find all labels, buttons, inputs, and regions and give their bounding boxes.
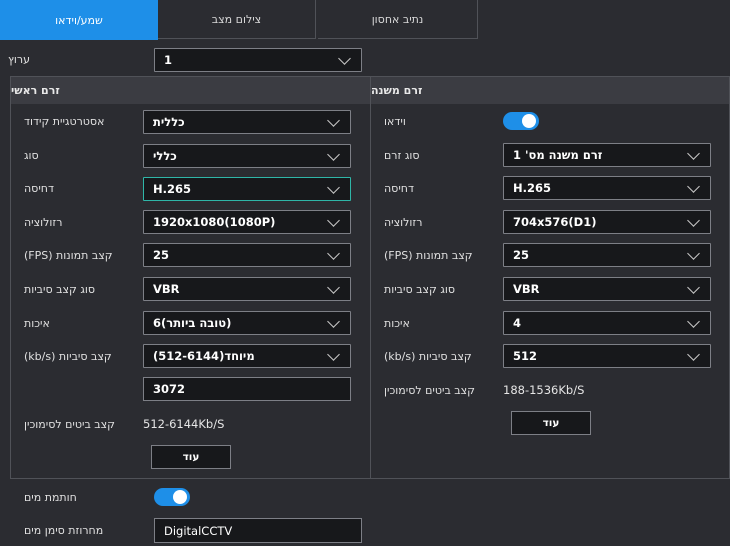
chevron-down-icon	[327, 180, 340, 194]
sub-fps-value: 25	[513, 248, 530, 262]
chevron-down-icon	[687, 246, 700, 260]
chevron-down-icon	[327, 280, 340, 294]
sub-resolution-label: רזולוציה	[384, 216, 423, 229]
main-compression-label: דחיסה	[24, 182, 54, 195]
sub-bitrate-value: 512	[513, 349, 538, 363]
main-bitrate-select[interactable]: מיוחד(512-6144)	[143, 344, 351, 368]
sub-bitrate-type-value: VBR	[513, 282, 540, 296]
main-resolution-label: רזולוציה	[24, 216, 63, 229]
main-compression-select[interactable]: H.265	[143, 177, 351, 201]
main-fps-select[interactable]: 25	[143, 243, 351, 267]
toggle-knob	[522, 114, 536, 128]
main-type-select[interactable]: כללי	[143, 144, 351, 168]
main-bitrate-type-value: VBR	[153, 282, 180, 296]
main-quality-label: איכות	[24, 317, 50, 330]
main-type-value: כללי	[153, 149, 177, 163]
chevron-down-icon	[327, 246, 340, 260]
sub-bitrate-select[interactable]: 512	[503, 344, 711, 368]
chevron-down-icon	[327, 147, 340, 161]
chevron-down-icon	[687, 314, 700, 328]
chevron-down-icon	[687, 179, 700, 193]
watermark-label: חותמת מים	[24, 491, 77, 504]
sub-quality-select[interactable]: 4	[503, 311, 711, 335]
main-resolution-value: 1920x1080(1080P)	[153, 215, 276, 229]
main-resolution-select[interactable]: 1920x1080(1080P)	[143, 210, 351, 234]
main-bitrate-type-label: סוג קצב סיביות	[24, 283, 95, 296]
main-fps-label: קצב תמונות (FPS)	[24, 249, 113, 262]
sub-resolution-value: 704x576(D1)	[513, 215, 597, 229]
chevron-down-icon	[687, 146, 700, 160]
tab-bar: שמע/וידאו צילום מצב נתיב אחסון	[0, 0, 478, 40]
main-bitrate-type-select[interactable]: VBR	[143, 277, 351, 301]
sub-video-toggle[interactable]	[503, 112, 539, 130]
chevron-down-icon	[327, 113, 340, 127]
chevron-down-icon	[327, 213, 340, 227]
sub-compression-label: דחיסה	[384, 182, 414, 195]
main-encoding-strategy-value: כללית	[153, 115, 185, 129]
main-stream-title: זרם ראשי	[11, 77, 370, 104]
sub-quality-value: 4	[513, 316, 522, 330]
main-bitrate-value: מיוחד(512-6144)	[153, 349, 255, 363]
main-ref-bitrate-label: קצב ביטים לסימוכין	[24, 418, 115, 431]
sub-bitrate-type-label: סוג קצב סיביות	[384, 283, 455, 296]
tab-storage-path[interactable]: נתיב אחסון	[318, 0, 478, 39]
tab-audio-video[interactable]: שמע/וידאו	[0, 0, 158, 40]
sub-stream-type-value: זרם משנה מס' 1	[513, 148, 603, 162]
main-fps-value: 25	[153, 248, 170, 262]
main-compression-value: H.265	[153, 182, 191, 196]
toggle-knob	[173, 490, 187, 504]
main-bitrate-label: קצב סיביות (kb/s)	[24, 350, 112, 363]
watermark-text-input[interactable]: DigitalCCTV	[154, 518, 362, 543]
sub-compression-value: H.265	[513, 181, 551, 195]
sub-stream-title: זרם משנה	[371, 77, 729, 104]
chevron-down-icon	[687, 280, 700, 294]
chevron-down-icon	[327, 347, 340, 361]
main-type-label: סוג	[24, 149, 39, 162]
watermark-text-label: מחרוזת סימן מים	[24, 524, 104, 537]
sub-video-label: וידאו	[384, 115, 406, 128]
main-bitrate-custom-input[interactable]: 3072	[143, 377, 351, 401]
sub-ref-bitrate-label: קצב ביטים לסימוכין	[384, 384, 475, 397]
sub-quality-label: איכות	[384, 317, 410, 330]
sub-more-button[interactable]: עוד	[511, 411, 591, 435]
sub-bitrate-type-select[interactable]: VBR	[503, 277, 711, 301]
watermark-toggle[interactable]	[154, 488, 190, 506]
chevron-down-icon	[687, 347, 700, 361]
channel-label: ערוץ	[7, 53, 30, 66]
chevron-down-icon	[327, 314, 340, 328]
sub-compression-select[interactable]: H.265	[503, 176, 711, 200]
sub-fps-label: קצב תמונות (FPS)	[384, 249, 473, 262]
sub-stream-type-label: סוג זרם	[384, 149, 420, 162]
main-encoding-strategy-select[interactable]: כללית	[143, 110, 351, 134]
channel-value: 1	[164, 53, 173, 67]
main-encoding-strategy-label: אסטרטגיית קידוד	[24, 115, 105, 128]
tab-snapshot[interactable]: צילום מצב	[158, 0, 316, 39]
main-quality-select[interactable]: 6(טובה ביותר)	[143, 311, 351, 335]
chevron-down-icon	[687, 213, 700, 227]
channel-select[interactable]: 1	[154, 48, 362, 72]
sub-ref-bitrate-value: 188-1536Kb/S	[503, 383, 585, 397]
chevron-down-icon	[338, 51, 351, 65]
main-ref-bitrate-value: 512-6144Kb/S	[143, 417, 225, 431]
sub-fps-select[interactable]: 25	[503, 243, 711, 267]
sub-stream-type-select[interactable]: זרם משנה מס' 1	[503, 143, 711, 167]
sub-bitrate-label: קצב סיביות (kb/s)	[384, 350, 472, 363]
sub-resolution-select[interactable]: 704x576(D1)	[503, 210, 711, 234]
main-quality-value: 6(טובה ביותר)	[153, 316, 232, 330]
main-more-button[interactable]: עוד	[151, 445, 231, 469]
